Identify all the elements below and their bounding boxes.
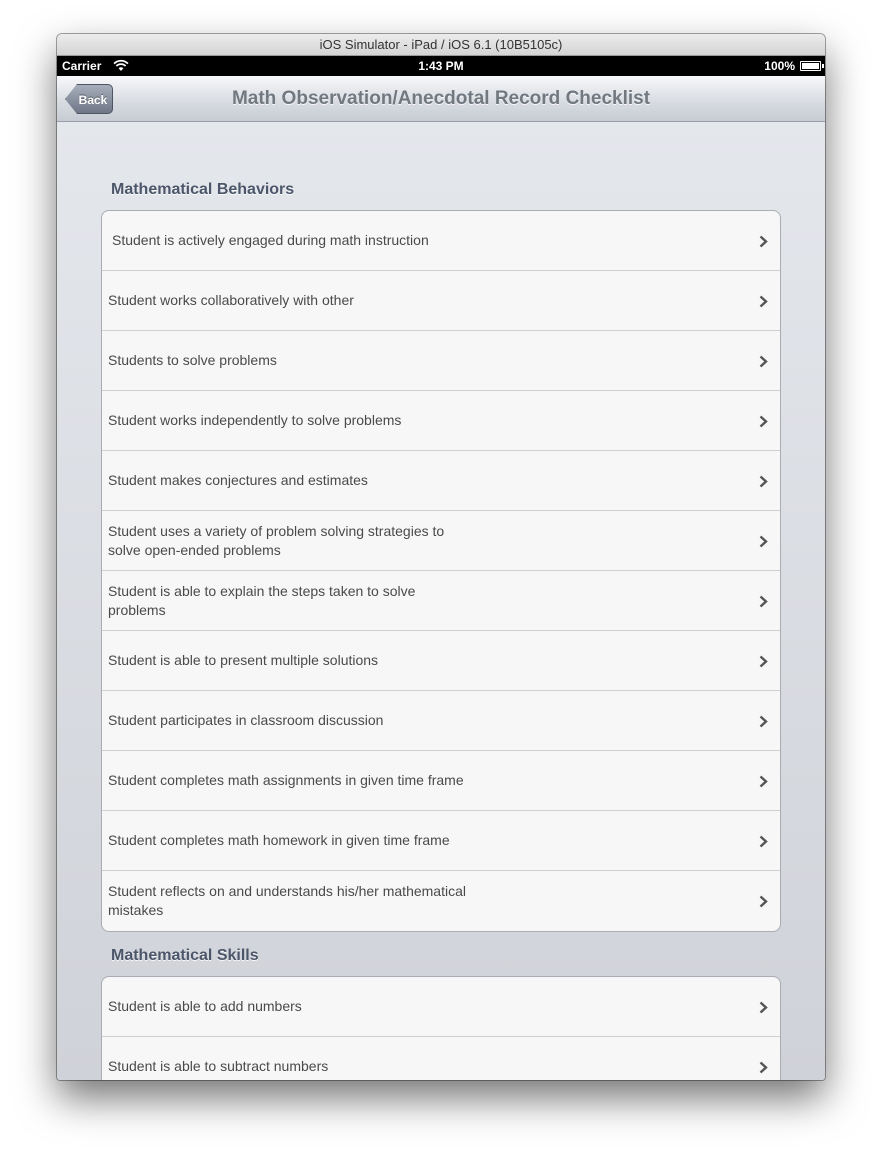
list-item[interactable]: Student is able to subtract numbers bbox=[102, 1037, 780, 1080]
item-label: Student works collaboratively with other bbox=[108, 292, 354, 308]
item-label: Students to solve problems bbox=[108, 352, 277, 368]
list-item[interactable]: Student participates in classroom discus… bbox=[102, 691, 780, 751]
chevron-right-icon bbox=[759, 1001, 768, 1014]
list-item[interactable]: Student is actively engaged during math … bbox=[102, 211, 780, 271]
item-label: Student reflects on and understands his/… bbox=[108, 883, 466, 918]
item-label: Student is actively engaged during math … bbox=[112, 232, 429, 248]
section-header-behaviors: Mathematical Behaviors bbox=[111, 181, 295, 198]
battery-icon bbox=[800, 61, 824, 71]
chevron-right-icon bbox=[759, 535, 768, 548]
skills-group: Student is able to add numbers Student i… bbox=[101, 976, 781, 1080]
item-label: Student is able to subtract numbers bbox=[108, 1058, 329, 1074]
item-label: Student participates in classroom discus… bbox=[108, 712, 384, 728]
chevron-right-icon bbox=[759, 835, 768, 848]
status-time: 1:43 PM bbox=[418, 59, 464, 73]
list-item[interactable]: Student completes math homework in given… bbox=[102, 811, 780, 871]
list-item[interactable]: Student uses a variety of problem solvin… bbox=[102, 511, 780, 571]
list-item[interactable]: Student makes conjectures and estimates bbox=[102, 451, 780, 511]
item-label: Student completes math assignments in gi… bbox=[108, 772, 464, 788]
chevron-right-icon bbox=[759, 775, 768, 788]
item-label: Student is able to explain the steps tak… bbox=[108, 582, 416, 618]
chevron-right-icon bbox=[759, 895, 768, 908]
chevron-right-icon bbox=[759, 1061, 768, 1074]
simulator-window: iOS Simulator - iPad / iOS 6.1 (10B5105c… bbox=[57, 34, 825, 1080]
navigation-bar: Math Observation/Anecdotal Record Checkl… bbox=[57, 76, 825, 122]
window-titlebar: iOS Simulator - iPad / iOS 6.1 (10B5105c… bbox=[57, 34, 825, 56]
chevron-right-icon bbox=[759, 355, 768, 368]
chevron-right-icon bbox=[759, 475, 768, 488]
item-label: Student completes math homework in given… bbox=[108, 832, 450, 848]
list-item[interactable]: Student works collaboratively with other bbox=[102, 271, 780, 331]
checklist-content[interactable]: Mathematical Behaviors Student is active… bbox=[57, 122, 825, 1080]
chevron-right-icon bbox=[759, 655, 768, 668]
chevron-right-icon bbox=[759, 295, 768, 308]
status-bar: Carrier 1:43 PM 100% bbox=[57, 56, 825, 76]
list-item[interactable]: Student works independently to solve pro… bbox=[102, 391, 780, 451]
list-item[interactable]: Student is able to explain the steps tak… bbox=[102, 571, 780, 631]
list-item[interactable]: Student reflects on and understands his/… bbox=[102, 871, 780, 931]
item-label: Student is able to add numbers bbox=[108, 998, 302, 1014]
section-header-skills: Mathematical Skills bbox=[111, 947, 259, 964]
page-title: Math Observation/Anecdotal Record Checkl… bbox=[231, 88, 651, 109]
chevron-right-icon bbox=[759, 235, 768, 248]
chevron-right-icon bbox=[759, 715, 768, 728]
chevron-right-icon bbox=[759, 415, 768, 428]
list-item[interactable]: Students to solve problems bbox=[102, 331, 780, 391]
chevron-right-icon bbox=[759, 595, 768, 608]
list-item[interactable]: Student is able to present multiple solu… bbox=[102, 631, 780, 691]
list-item[interactable]: Student is able to add numbers bbox=[102, 977, 780, 1037]
item-label: Student works independently to solve pro… bbox=[108, 412, 402, 428]
list-item[interactable]: Student completes math assignments in gi… bbox=[102, 751, 780, 811]
item-label: Student is able to present multiple solu… bbox=[108, 652, 379, 668]
item-label: Student uses a variety of problem solvin… bbox=[108, 522, 445, 558]
behaviors-group: Student is actively engaged during math … bbox=[101, 210, 781, 932]
item-label: Student makes conjectures and estimates bbox=[108, 472, 368, 488]
battery-percent: 100% bbox=[764, 59, 795, 73]
